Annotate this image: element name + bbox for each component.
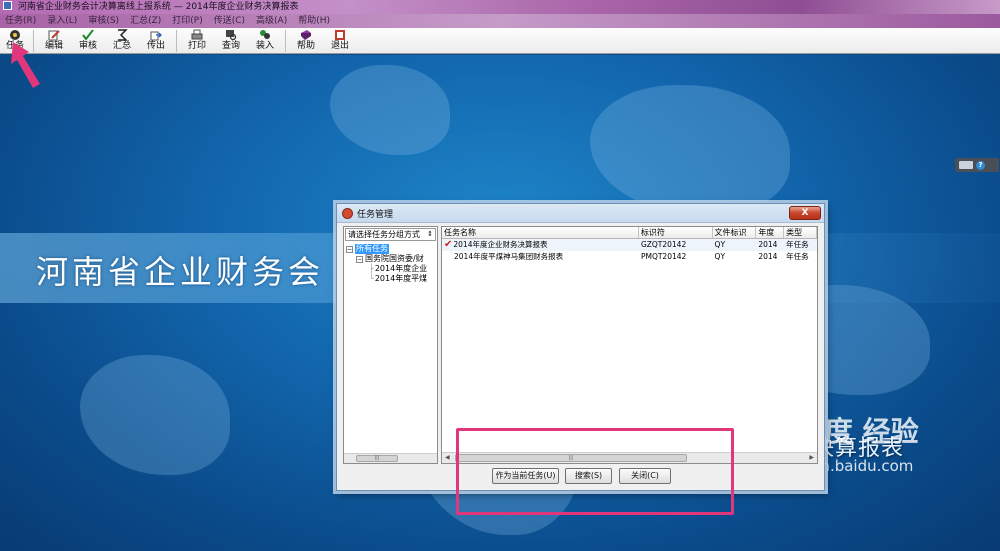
select-arrow-icon: ⇕ <box>427 230 433 238</box>
column-header-id[interactable]: 标识符 <box>639 227 713 238</box>
transmit-button[interactable]: 传出 <box>139 28 173 54</box>
menu-transmit[interactable]: 传送(C) <box>209 14 251 28</box>
task-id-cell: PMQT20142 <box>640 252 687 261</box>
tree-line: └ <box>369 274 374 283</box>
edit-button-label: 编辑 <box>44 41 63 51</box>
menu-summary[interactable]: 汇总(Z) <box>125 14 167 28</box>
task-year-cell: 2014 <box>758 240 778 249</box>
tree-node-task-label: 2014年度平煤 <box>374 274 428 283</box>
tree-node-group[interactable]: − 国务院国资委/财 <box>346 254 437 264</box>
tree-node-group-label: 国务院国资委/财 <box>365 254 424 263</box>
dialog-title-bar[interactable]: 任务管理 X <box>337 204 824 223</box>
menu-input[interactable]: 录入(L) <box>42 14 83 28</box>
exit-icon <box>334 29 347 41</box>
exit-button[interactable]: 退出 <box>323 28 357 54</box>
table-row[interactable]: ✔2014年度企业财务决算报表 GZQT20142 QY 2014 年任务 <box>442 239 817 251</box>
load-icon <box>259 29 272 41</box>
tree-node-all[interactable]: − 所有任务 <box>346 244 437 254</box>
menu-audit[interactable]: 审核(S) <box>83 14 125 28</box>
task-file-cell: QY <box>714 240 726 249</box>
annotation-arrow-icon <box>11 42 40 88</box>
tree-horizontal-scrollbar[interactable]: ||| <box>344 453 437 463</box>
map-shape <box>330 65 450 155</box>
column-header-name[interactable]: 任务名称 <box>442 227 639 238</box>
tree-line: ├ <box>369 264 374 273</box>
tree-node-all-label: 所有任务 <box>355 244 389 254</box>
task-year-cell: 2014 <box>758 252 778 261</box>
menu-print[interactable]: 打印(P) <box>167 14 208 28</box>
task-name: 2014年度企业财务决算报表 <box>453 240 548 249</box>
map-shape <box>590 85 790 215</box>
print-button[interactable]: 打印 <box>180 28 214 54</box>
toolbar-separator <box>285 30 286 52</box>
menu-task[interactable]: 任务(R) <box>0 14 42 28</box>
task-name-cell: ✔2014年度企业财务决算报表 <box>442 239 639 251</box>
tree-node-task[interactable]: └ 2014年度平煤 <box>346 274 437 284</box>
menu-help[interactable]: 帮助(H) <box>293 14 336 28</box>
task-type-cell: 年任务 <box>786 240 809 249</box>
column-header-year[interactable]: 年度 <box>756 227 785 238</box>
dialog-title: 任务管理 <box>357 209 394 220</box>
tree-expand-icon[interactable]: − <box>346 245 353 253</box>
tree-expand-icon[interactable]: − <box>356 255 363 263</box>
printer-icon <box>191 29 204 41</box>
sigma-icon <box>116 29 129 41</box>
menu-bar: 任务(R) 录入(L) 审核(S) 汇总(Z) 打印(P) 传送(C) 高级(A… <box>0 14 1000 28</box>
window-title: 河南省企业财务会计决算离线上报系统 — 2014年度企业财务决算报表 <box>17 2 299 12</box>
exit-button-label: 退出 <box>330 41 349 51</box>
audit-button[interactable]: 审核 <box>71 28 105 54</box>
scroll-right-icon[interactable]: ▶ <box>809 453 814 463</box>
help-button[interactable]: 帮助 <box>289 28 323 54</box>
print-button-label: 打印 <box>187 41 206 51</box>
scrollbar-thumb[interactable]: ||| <box>356 455 398 462</box>
load-button[interactable]: 装入 <box>248 28 282 54</box>
group-mode-select[interactable]: 请选择任务分组方式 ⇕ <box>345 228 436 241</box>
keyboard-icon <box>959 161 973 169</box>
tree-node-task[interactable]: ├ 2014年度企业 <box>346 264 437 274</box>
summary-button[interactable]: 汇总 <box>105 28 139 54</box>
task-tree: − 所有任务 − 国务院国资委/财 ├ 2014年度企业 └ 2014年度平煤 <box>344 242 437 284</box>
load-button-label: 装入 <box>255 41 274 51</box>
group-mode-select-value: 请选择任务分组方式 <box>348 230 420 239</box>
table-row[interactable]: 2014年度平煤神马集团财务报表 PMQT20142 QY 2014 年任务 <box>442 251 817 263</box>
checkmark-icon <box>82 29 95 41</box>
query-button-label: 查询 <box>221 41 240 51</box>
background-main-title: 河南省企业财务会 <box>36 253 325 291</box>
column-header-type[interactable]: 类型 <box>784 227 817 238</box>
column-header-file[interactable]: 文件标识 <box>713 227 757 238</box>
query-button[interactable]: 查询 <box>214 28 248 54</box>
menu-advanced[interactable]: 高级(A) <box>251 14 293 28</box>
current-task-checkmark-icon: ✔ <box>444 239 453 250</box>
edit-icon <box>48 29 61 41</box>
audit-button-label: 审核 <box>78 41 97 51</box>
dialog-app-icon <box>342 207 353 219</box>
map-shape <box>80 355 230 475</box>
side-widget[interactable]: ? <box>955 158 999 172</box>
help-icon: ? <box>976 160 985 170</box>
group-tree-panel: 请选择任务分组方式 ⇕ − 所有任务 − 国务院国资委/财 ├ 2014年度企业… <box>343 226 438 464</box>
dialog-close-button[interactable]: X <box>789 206 821 220</box>
transmit-icon <box>150 29 163 41</box>
task-type-cell: 年任务 <box>786 252 809 261</box>
scroll-left-icon[interactable]: ◀ <box>445 453 450 463</box>
help-button-label: 帮助 <box>296 41 315 51</box>
task-name-cell: 2014年度平煤神马集团财务报表 <box>454 252 564 261</box>
toolbar-separator <box>176 30 177 52</box>
app-icon <box>3 1 12 10</box>
task-id-cell: GZQT20142 <box>640 240 687 249</box>
summary-button-label: 汇总 <box>112 41 131 51</box>
task-file-cell: QY <box>714 252 726 261</box>
help-book-icon <box>300 29 313 41</box>
task-list-header: 任务名称 标识符 文件标识 年度 类型 <box>442 227 817 239</box>
annotation-highlight-box <box>456 428 734 515</box>
toolbar: 任务 编辑 审核 汇总 传出 打印 查询 <box>0 28 1000 54</box>
query-icon <box>225 29 238 41</box>
window-title-bar: 河南省企业财务会计决算离线上报系统 — 2014年度企业财务决算报表 <box>0 0 1000 14</box>
transmit-button-label: 传出 <box>146 41 165 51</box>
tree-node-task-label: 2014年度企业 <box>374 264 428 273</box>
